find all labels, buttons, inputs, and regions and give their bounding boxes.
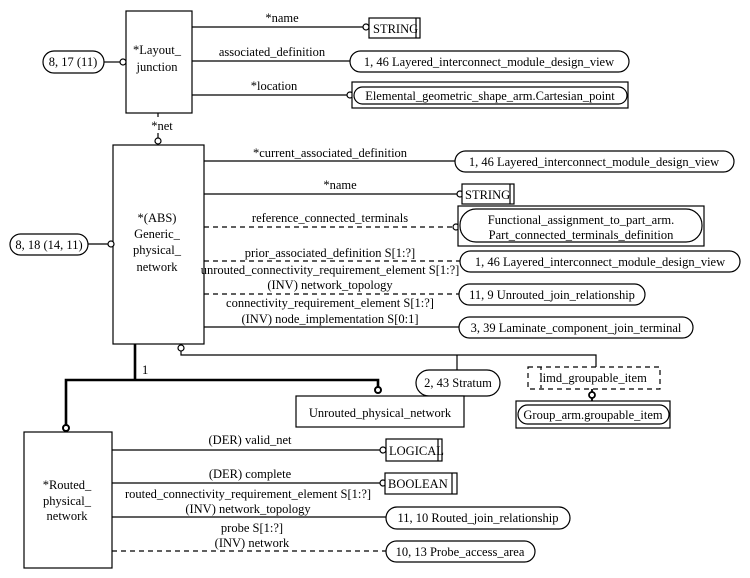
ref-label: 11, 10 Routed_join_relationship [398,511,559,525]
type-string[interactable]: STRING [368,17,421,39]
entity-label: network [47,509,89,523]
relation-lj-net: *net [151,113,173,145]
page-ref-label: 8, 17 (11) [49,55,98,69]
attribute-label: *current_associated_definition [253,146,408,160]
attribute-label: (INV) network_topology [185,502,311,516]
attribute-label: reference_connected_terminals [252,211,408,225]
attribute-label: *net [151,119,173,133]
entity-label: *(ABS) [138,211,177,225]
select-membership-lines [177,344,597,370]
page-ref-generic-physical-network[interactable]: 8, 18 (14, 11) [9,233,115,256]
ref-cartesian-point[interactable]: Elemental_geometric_shape_arm.Cartesian_… [351,81,629,109]
relation-gpn-unrouted: unrouted_connectivity_requirement_elemen… [201,263,460,295]
relation-gpn-name: *name [204,178,464,198]
ref-label: Elemental_geometric_shape_arm.Cartesian_… [365,89,615,103]
ref-part-connected-terminals[interactable]: Functional_assignment_to_part_arm. Part_… [457,205,705,247]
relation-limd-group [588,389,596,401]
entity-label: Generic_ [134,227,181,241]
relation-gpn-current-associated-definition: *current_associated_definition [204,146,455,162]
attribute-label: (DER) valid_net [209,433,292,447]
type-label: STRING [465,188,510,202]
select-label: limd_groupable_item [539,371,647,385]
ref-label: 1, 46 Layered_interconnect_module_design… [475,255,725,269]
attribute-label: prior_associated_definition S[1:?] [245,246,415,260]
entity-label: Unrouted_physical_network [309,406,452,420]
relation-rpn-probe: probe S[1:?] (INV) network [112,521,386,552]
attribute-label: (INV) network_topology [267,278,393,292]
entity-routed-physical-network[interactable]: *Routed_ physical_ network [23,431,113,569]
select-limd-groupable-item[interactable]: limd_groupable_item [527,366,661,390]
ref-layered-view-3[interactable]: 1, 46 Layered_interconnect_module_design… [459,250,741,273]
type-label: LOGICAL [389,444,444,458]
ref-label: 10, 13 Probe_access_area [396,545,525,559]
ref-label: 1, 46 Layered_interconnect_module_design… [364,55,614,69]
entity-label: physical_ [43,494,92,508]
ref-stratum[interactable]: 2, 43 Stratum [415,369,501,397]
attribute-label: associated_definition [219,45,326,59]
type-label: BOOLEAN [388,477,448,491]
type-logical[interactable]: LOGICAL [385,438,444,462]
entity-label: *Layout_ [133,43,182,57]
attribute-label: (DER) complete [209,467,292,481]
ref-label: 1, 46 Layered_interconnect_module_design… [469,155,719,169]
cardinality-label: 1 [142,363,148,377]
type-label: STRING [373,22,418,36]
ref-label: 3, 39 Laminate_component_join_terminal [471,321,682,335]
ref-group-groupable-item[interactable]: Group_arm.groupable_item [515,400,671,429]
relation-rpn-valid-net: (DER) valid_net [112,433,387,454]
type-string-2[interactable]: STRING [461,183,515,205]
type-boolean[interactable]: BOOLEAN [384,472,458,495]
entity-label: *Routed_ [43,478,92,492]
entity-label: physical_ [133,243,182,257]
attribute-label: *location [251,79,298,93]
entity-generic-physical-network[interactable]: *(ABS) Generic_ physical_ network [112,144,205,345]
ref-unrouted-join-relationship[interactable]: 11, 9 Unrouted_join_relationship [458,283,646,306]
ref-layered-view-2[interactable]: 1, 46 Layered_interconnect_module_design… [454,150,735,173]
entity-layout-junction[interactable]: *Layout_ junction [125,10,193,114]
attribute-label: routed_connectivity_requirement_element … [125,487,371,501]
ref-probe-access-area[interactable]: 10, 13 Probe_access_area [385,540,536,563]
relation-rpn-routed: routed_connectivity_requirement_element … [112,487,386,518]
relation-lj-associated-definition: associated_definition [192,45,350,62]
attribute-label: unrouted_connectivity_requirement_elemen… [201,263,460,277]
entity-unrouted-physical-network[interactable]: Unrouted_physical_network [295,395,465,428]
attribute-label: connectivity_requirement_element S[1:?] [226,296,434,310]
attribute-label: *name [323,178,357,192]
ref-laminate-join-terminal[interactable]: 3, 39 Laminate_component_join_terminal [458,316,694,339]
entity-label: junction [136,60,179,74]
attribute-label: (INV) network [215,536,290,550]
attribute-label: *name [265,11,299,25]
attribute-label: (INV) node_implementation S[0:1] [241,312,418,326]
ref-label: 2, 43 Stratum [424,376,492,390]
page-ref-label: 8, 18 (14, 11) [15,238,82,252]
relation-gpn-connectivity: connectivity_requirement_element S[1:?] … [204,296,459,328]
relation-rpn-complete: (DER) complete [112,467,387,487]
entity-label: network [137,260,179,274]
ref-label: Part_connected_terminals_definition [489,228,674,242]
ref-routed-join-relationship[interactable]: 11, 10 Routed_join_relationship [385,506,571,530]
ref-label: 11, 9 Unrouted_join_relationship [469,288,635,302]
page-ref-layout-junction[interactable]: 8, 17 (11) [42,50,127,74]
relation-gpn-prior-associated-definition: prior_associated_definition S[1:?] [204,246,460,262]
express-g-diagram: *Layout_ junction 8, 17 (11) *name STRIN… [9,10,741,569]
attribute-label: probe S[1:?] [221,521,283,535]
ref-label: Functional_assignment_to_part_arm. [488,213,674,227]
relation-gpn-reference-connected-terminals: reference_connected_terminals [204,211,460,231]
relation-lj-name: *name [192,11,370,31]
ref-label: Group_arm.groupable_item [523,408,662,422]
ref-layered-view-1[interactable]: 1, 46 Layered_interconnect_module_design… [349,50,630,73]
relation-lj-location: *location [192,79,354,99]
